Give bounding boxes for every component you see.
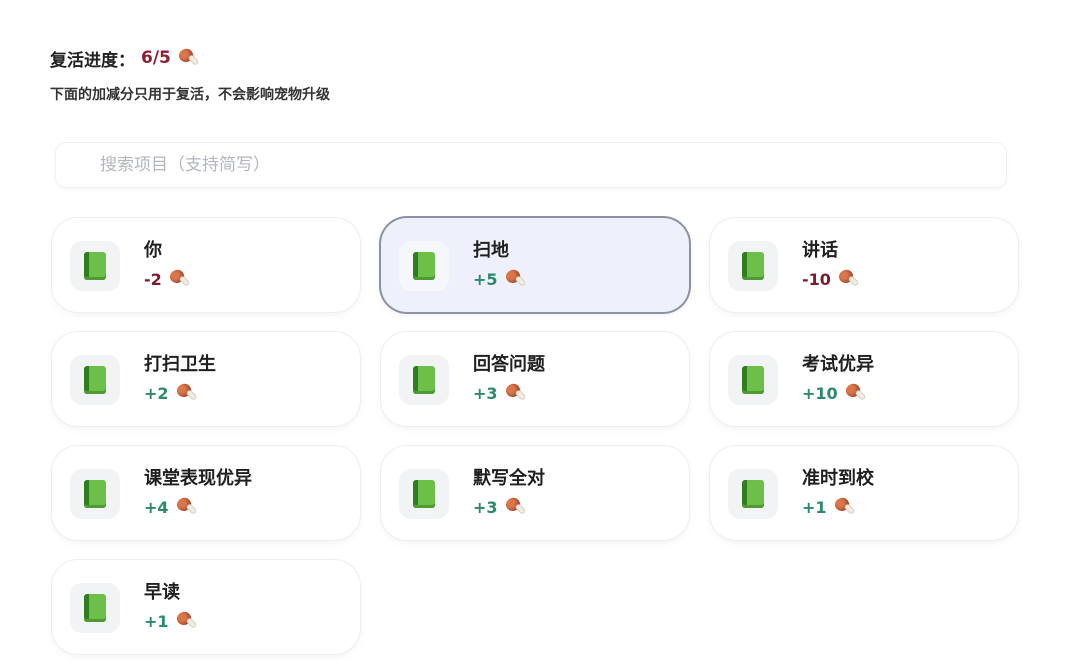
drumstick-icon xyxy=(836,267,859,290)
item-score: +10 xyxy=(802,383,838,403)
search-bar[interactable] xyxy=(56,143,1006,187)
green-book-icon xyxy=(413,252,435,280)
item-title: 扫地 xyxy=(473,240,509,261)
green-book-icon xyxy=(742,252,764,280)
item-icon-tile xyxy=(399,241,449,291)
item-icon-tile xyxy=(399,355,449,405)
item-score-row: +1 xyxy=(802,495,855,518)
item-title: 早读 xyxy=(144,582,180,603)
drumstick-icon xyxy=(174,609,197,632)
item-score: +4 xyxy=(144,497,169,517)
item-icon-tile xyxy=(70,241,120,291)
item-score-row: +3 xyxy=(473,495,526,518)
progress-value: 6/5 xyxy=(141,48,171,68)
item-icon-tile xyxy=(70,583,120,633)
item-card[interactable]: 打扫卫生 +2 xyxy=(52,332,360,426)
items-grid: 你 -2 扫地 +5 讲话 -10 打扫卫生 +2 回答问题 +3 考试优异 +… xyxy=(52,218,1018,654)
green-book-icon xyxy=(84,252,106,280)
item-card[interactable]: 早读 +1 xyxy=(52,560,360,654)
item-icon-tile xyxy=(70,355,120,405)
item-score: +1 xyxy=(144,611,169,631)
drumstick-icon xyxy=(843,381,866,404)
drumstick-icon xyxy=(174,495,197,518)
item-title: 默写全对 xyxy=(473,468,545,489)
item-score: -2 xyxy=(144,269,162,289)
item-title: 你 xyxy=(144,240,162,261)
item-card[interactable]: 讲话 -10 xyxy=(710,218,1018,312)
item-title: 打扫卫生 xyxy=(144,354,216,375)
item-title: 回答问题 xyxy=(473,354,545,375)
drumstick-icon xyxy=(832,495,855,518)
item-icon-tile xyxy=(728,241,778,291)
green-book-icon xyxy=(84,594,106,622)
item-icon-tile xyxy=(70,469,120,519)
item-card[interactable]: 考试优异 +10 xyxy=(710,332,1018,426)
item-title: 讲话 xyxy=(802,240,838,261)
green-book-icon xyxy=(84,366,106,394)
green-book-icon xyxy=(742,480,764,508)
item-score-row: -2 xyxy=(144,267,190,290)
item-title: 准时到校 xyxy=(802,468,874,489)
green-book-icon xyxy=(413,366,435,394)
subtitle: 下面的加减分只用于复活，不会影响宠物升级 xyxy=(50,87,330,103)
item-score-row: +4 xyxy=(144,495,197,518)
item-card[interactable]: 你 -2 xyxy=(52,218,360,312)
item-score: +5 xyxy=(473,269,498,289)
green-book-icon xyxy=(413,480,435,508)
item-card[interactable]: 准时到校 +1 xyxy=(710,446,1018,540)
item-score: +2 xyxy=(144,383,169,403)
item-card[interactable]: 课堂表现优异 +4 xyxy=(52,446,360,540)
item-card[interactable]: 回答问题 +3 xyxy=(381,332,689,426)
item-icon-tile xyxy=(728,355,778,405)
item-score-row: +10 xyxy=(802,381,866,404)
progress-label: 复活进度： xyxy=(50,50,135,71)
drumstick-icon xyxy=(174,381,197,404)
item-score-row: +5 xyxy=(473,267,526,290)
drumstick-icon xyxy=(503,267,526,290)
item-title: 课堂表现优异 xyxy=(144,468,252,489)
green-book-icon xyxy=(742,366,764,394)
revival-page: 复活进度： 6/5 下面的加减分只用于复活，不会影响宠物升级 你 -2 扫地 xyxy=(0,0,1070,662)
revival-progress: 复活进度： 6/5 xyxy=(50,44,199,72)
item-score-row: -10 xyxy=(802,267,859,290)
search-input[interactable] xyxy=(98,154,982,176)
green-book-icon xyxy=(84,480,106,508)
item-score: +1 xyxy=(802,497,827,517)
item-score: +3 xyxy=(473,497,498,517)
drumstick-icon xyxy=(176,46,199,69)
item-score-row: +2 xyxy=(144,381,197,404)
drumstick-icon xyxy=(503,381,526,404)
drumstick-icon xyxy=(167,267,190,290)
item-icon-tile xyxy=(399,469,449,519)
item-score: -10 xyxy=(802,269,831,289)
item-score: +3 xyxy=(473,383,498,403)
item-card[interactable]: 扫地 +5 xyxy=(381,218,689,312)
drumstick-icon xyxy=(503,495,526,518)
item-score-row: +1 xyxy=(144,609,197,632)
item-score-row: +3 xyxy=(473,381,526,404)
item-icon-tile xyxy=(728,469,778,519)
item-title: 考试优异 xyxy=(802,354,874,375)
item-card[interactable]: 默写全对 +3 xyxy=(381,446,689,540)
